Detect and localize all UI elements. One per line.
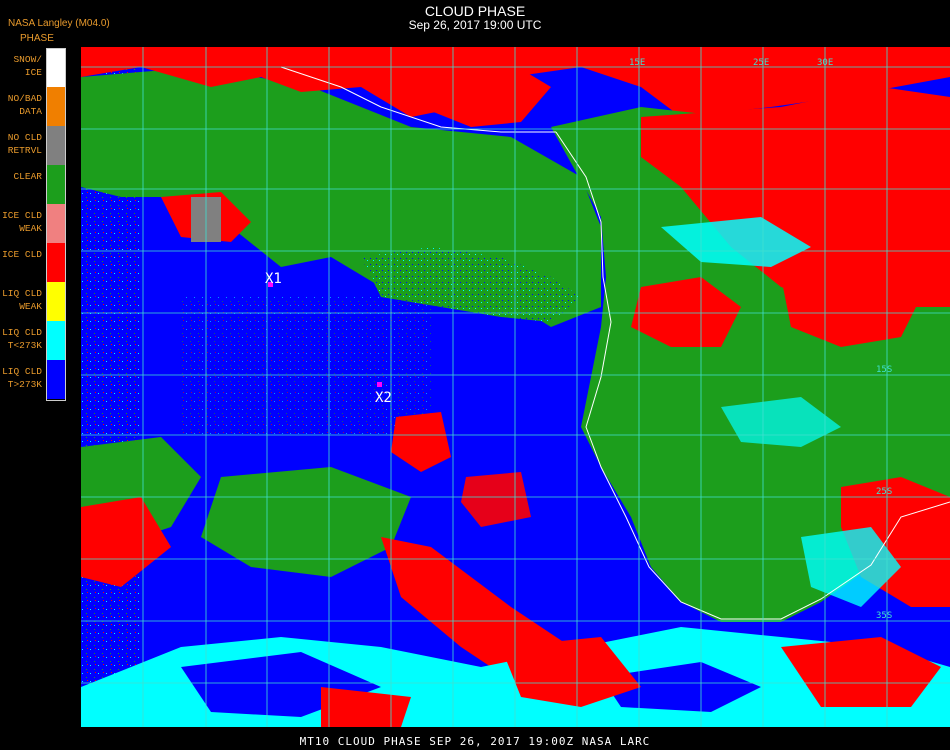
legend-label: NO CLD RETRVL [7, 132, 42, 156]
central-ocean-texture [181, 297, 431, 437]
legend-label: LIQ CLD T>273K [2, 366, 42, 390]
legend-label: SNOW/ ICE [13, 54, 42, 78]
legend-label: ICE CLD [2, 249, 42, 260]
grid-label: 30E [817, 58, 833, 68]
legend-label: CLEAR [13, 171, 42, 182]
footer-caption: MT10 CLOUD PHASE SEP 26, 2017 19:00Z NAS… [299, 735, 651, 748]
page-title: CLOUD PHASE [424, 3, 526, 19]
page-subtitle: Sep 26, 2017 19:00 UTC [408, 18, 542, 32]
legend-label: ICE CLD WEAK [2, 210, 42, 234]
legend-frame [46, 48, 66, 401]
grid-label: 15S [876, 365, 892, 375]
grid-label: 15E [629, 58, 645, 68]
map-layers: 15E 25E 30E 15S 25S 35S X1 X2 [81, 47, 950, 727]
grid-label: 25S [876, 487, 892, 497]
cloud-phase-map: 15E 25E 30E 15S 25S 35S X1 X2 [81, 47, 950, 727]
marker-x1-label: X1 [265, 271, 282, 287]
legend-title: PHASE [20, 33, 54, 44]
grid-label: 25E [753, 58, 769, 68]
legend-label: LIQ CLD T<273K [2, 327, 42, 351]
marker-x2-label: X2 [375, 390, 392, 406]
grid-label: 35S [876, 611, 892, 621]
marker-x2-dot [377, 382, 382, 387]
legend-label: LIQ CLD WEAK [2, 288, 42, 312]
legend-label: NO/BAD DATA [7, 93, 42, 117]
